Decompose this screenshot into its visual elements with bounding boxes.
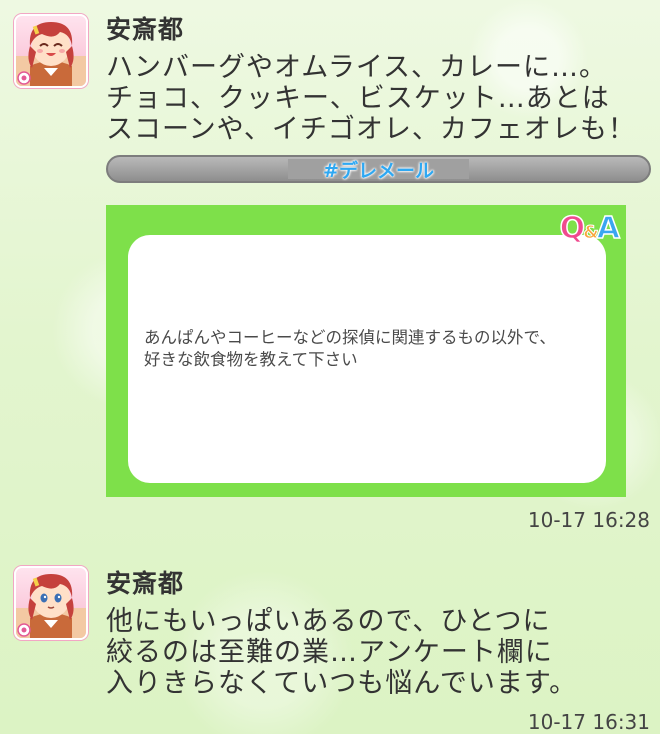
girl-avatar-icon[interactable] (14, 566, 88, 640)
timestamp: 10-17 16:31 (527, 710, 650, 734)
hashtag-bar[interactable]: #デレメール (106, 155, 651, 183)
timestamp: 10-17 16:28 (527, 508, 650, 532)
qa-badge-icon: Q&A (559, 210, 621, 247)
qa-badge-a: A (596, 210, 621, 247)
hashtag-label: #デレメール (323, 159, 434, 182)
sender-name: 安斎都 (106, 569, 185, 598)
message-text: ハンバーグやオムライス、カレーに…。 チョコ、クッキー、ビスケット…あとは スコ… (106, 52, 636, 145)
qa-badge-amp: & (583, 222, 600, 244)
message-text: 他にもいっぱいあるので、ひとつに 絞るのは至難の業…アンケート欄に 入りきらなく… (106, 606, 578, 699)
qa-card[interactable]: あんぱんやコーヒーなどの探偵に関連するもの以外で、 好きな飲食物を教えて下さい … (106, 205, 626, 497)
qa-badge-q: Q (559, 210, 586, 247)
smiling-girl-avatar-icon[interactable] (14, 14, 88, 88)
sender-name: 安斎都 (106, 15, 185, 44)
qa-question-text: あんぱんやコーヒーなどの探偵に関連するもの以外で、 好きな飲食物を教えて下さい (144, 328, 556, 369)
qa-card-inner: あんぱんやコーヒーなどの探偵に関連するもの以外で、 好きな飲食物を教えて下さい (128, 235, 606, 483)
